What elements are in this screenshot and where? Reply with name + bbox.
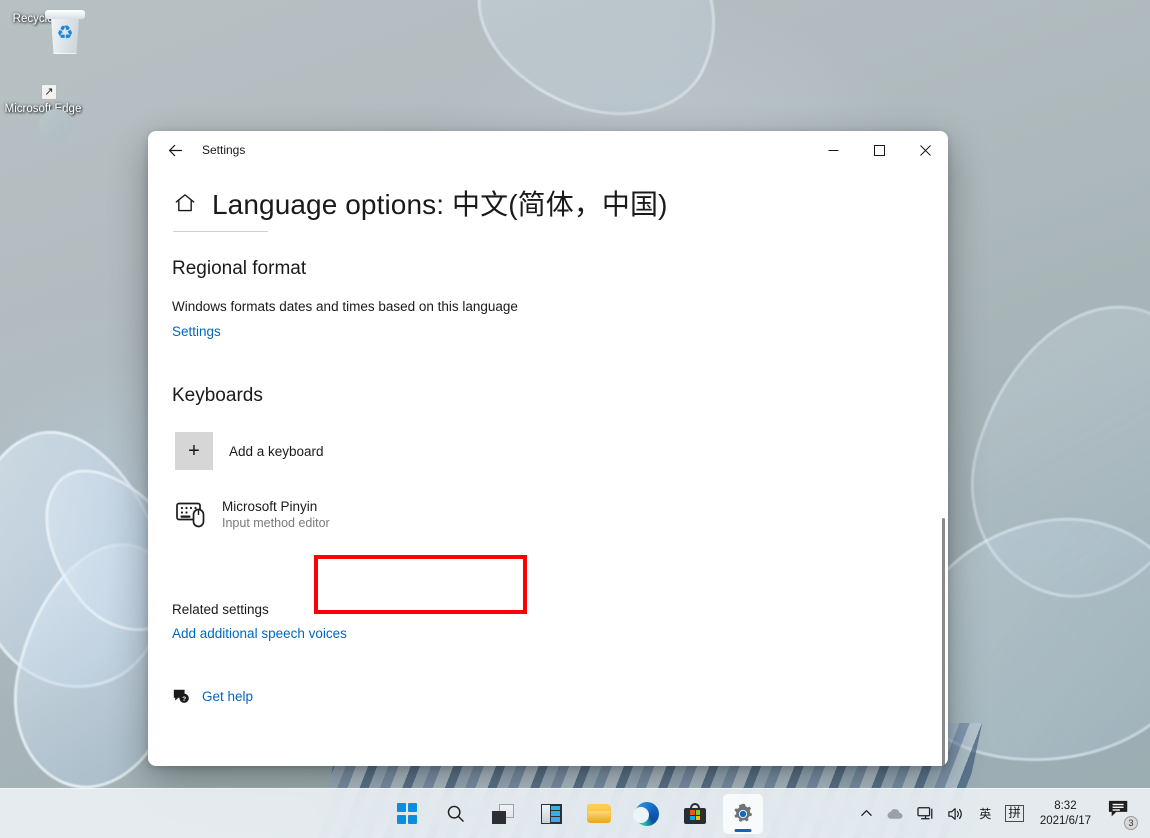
tray-volume-button[interactable] [942,795,970,833]
page-header: Language options: 中文(简体，中国) [172,183,908,223]
keyboards-heading: Keyboards [172,385,908,407]
taskbar-widgets-button[interactable] [531,794,571,834]
tray-ime-mode-button[interactable]: 拼 [1000,795,1029,833]
keyboard-list-item[interactable]: Microsoft Pinyin Input method editor [172,498,908,532]
taskbar[interactable]: 英 拼 8:32 2021/6/17 3 [0,788,1150,838]
svg-text:?: ? [182,696,186,703]
taskbar-app-group [387,794,763,834]
get-help-row[interactable]: ? Get help [172,687,908,705]
regional-format-settings-link[interactable]: Settings [172,324,221,339]
system-tray: 英 拼 8:32 2021/6/17 3 [853,795,1142,833]
speaker-icon [947,806,965,822]
tray-overflow-button[interactable] [853,795,879,833]
window-title: Settings [202,143,245,157]
maximize-icon [874,145,885,156]
search-icon [446,804,465,823]
store-icon [684,803,706,824]
taskbar-settings-button[interactable] [723,794,763,834]
taskbar-task-view-button[interactable] [483,794,523,834]
close-icon [920,145,931,156]
regional-format-description: Windows formats dates and times based on… [172,299,908,314]
keyboard-icon [176,500,210,530]
ime-mode-label: 拼 [1005,805,1024,822]
file-explorer-icon [587,804,611,823]
clock-date: 2021/6/17 [1040,814,1091,829]
regional-format-heading: Regional format [172,258,908,280]
back-button[interactable] [156,134,194,166]
notification-icon: 3 [1107,799,1137,829]
chevron-up-icon [860,807,873,820]
gear-icon [731,802,755,826]
title-divider [173,231,268,232]
minimize-icon [828,145,839,156]
help-icon: ? [172,687,190,705]
clock-time: 8:32 [1054,799,1076,814]
related-settings-heading: Related settings [172,602,908,617]
taskbar-file-explorer-button[interactable] [579,794,619,834]
window-controls[interactable] [810,131,948,169]
keyboard-subtitle: Input method editor [222,515,330,532]
window-scrollbar[interactable] [942,518,945,766]
plus-icon: + [175,432,213,470]
back-arrow-icon [167,142,184,159]
tray-onedrive-button[interactable] [881,795,910,833]
windows-start-icon [397,803,418,824]
close-button[interactable] [902,131,948,169]
settings-content: Language options: 中文(简体，中国) Regional for… [148,169,948,766]
cloud-icon [886,807,905,821]
get-help-link[interactable]: Get help [202,689,253,704]
add-keyboard-label: Add a keyboard [229,444,324,459]
tray-ime-language-button[interactable]: 英 [972,795,998,833]
shortcut-arrow-icon: ↗ [41,84,57,100]
settings-window[interactable]: Settings [148,131,948,766]
minimize-button[interactable] [810,131,856,169]
taskbar-clock[interactable]: 8:32 2021/6/17 [1031,795,1100,833]
taskbar-search-button[interactable] [435,794,475,834]
add-keyboard-button[interactable]: + Add a keyboard [172,426,377,476]
page-title: Language options: 中文(简体，中国) [212,183,668,223]
notification-badge: 3 [1124,816,1138,830]
network-icon [917,806,935,822]
ime-language-label: 英 [979,805,991,822]
widgets-icon [541,804,562,824]
wallpaper-petal [449,0,751,151]
taskbar-edge-button[interactable] [627,794,667,834]
edge-icon [635,802,659,826]
keyboard-name: Microsoft Pinyin [222,498,330,515]
taskbar-start-button[interactable] [387,794,427,834]
add-speech-voices-link[interactable]: Add additional speech voices [172,626,347,641]
desktop[interactable]: ♻ Recycle Bin ↗ Microsoft Edge Settings [0,0,1150,838]
maximize-button[interactable] [856,131,902,169]
taskbar-store-button[interactable] [675,794,715,834]
notification-center-button[interactable]: 3 [1102,795,1142,833]
window-titlebar[interactable]: Settings [148,131,948,169]
desktop-icon-microsoft-edge[interactable]: ↗ Microsoft Edge [0,98,86,116]
home-icon [172,190,198,216]
desktop-icon-recycle-bin[interactable]: ♻ Recycle Bin [0,8,86,26]
task-view-icon [492,804,514,824]
tray-network-button[interactable] [912,795,940,833]
